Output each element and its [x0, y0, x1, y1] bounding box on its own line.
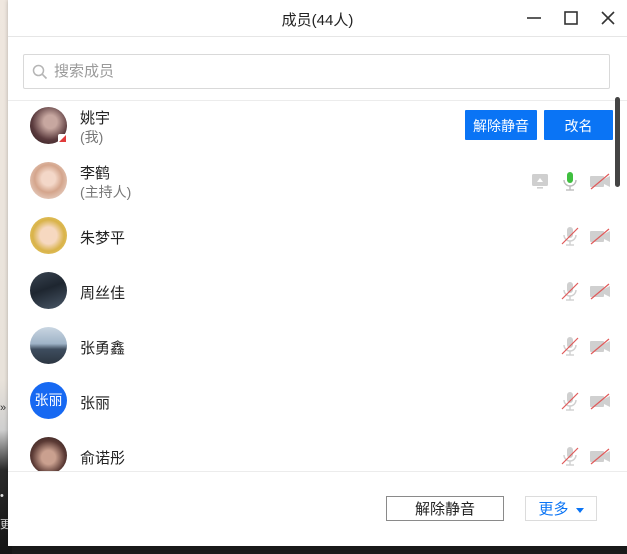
camera-off-icon[interactable] — [588, 169, 612, 193]
maximize-button[interactable] — [559, 6, 583, 30]
member-name: 朱梦平 — [80, 230, 126, 247]
microphone-muted-icon[interactable] — [558, 224, 582, 248]
unmute-all-button[interactable]: 解除静音 — [386, 496, 504, 521]
member-role: (主持人) — [80, 184, 132, 200]
microphone-muted-icon[interactable] — [558, 444, 582, 468]
divider — [8, 471, 627, 472]
member-row[interactable]: 朱梦平 — [8, 210, 613, 265]
camera-off-icon[interactable] — [588, 224, 612, 248]
chevron-down-icon — [575, 507, 584, 513]
microphone-icon[interactable] — [558, 169, 582, 193]
screen-share-icon[interactable] — [528, 169, 552, 193]
member-name: 张勇鑫 — [80, 340, 126, 357]
members-dialog: 成员(44人) 姚宇 (我) 解除静音 改名 李鹤 — [8, 0, 627, 546]
avatar — [30, 327, 67, 364]
camera-off-icon[interactable] — [588, 389, 612, 413]
background-glyph: • — [0, 490, 4, 502]
search-icon — [32, 64, 48, 80]
member-row-self[interactable]: 姚宇 (我) 解除静音 改名 — [8, 100, 613, 155]
member-role: (我) — [80, 129, 104, 145]
avatar — [30, 437, 67, 471]
minimize-button[interactable] — [522, 6, 546, 30]
member-list: 姚宇 (我) 解除静音 改名 李鹤 (主持人) 朱梦平 周丝佳 张勇鑫 张丽 张… — [8, 100, 627, 471]
camera-off-icon[interactable] — [588, 279, 612, 303]
member-name: 张丽 — [80, 395, 111, 412]
unmute-all-label: 解除静音 — [414, 501, 475, 518]
member-name: 姚宇 — [80, 110, 111, 127]
microphone-muted-icon[interactable] — [558, 389, 582, 413]
member-name: 周丝佳 — [80, 285, 126, 302]
member-row[interactable]: 俞诺彤 — [8, 430, 613, 471]
member-row[interactable]: 张勇鑫 — [8, 320, 613, 375]
background-glyph: » — [0, 402, 7, 414]
avatar — [30, 162, 67, 199]
member-name: 李鹤 — [80, 165, 111, 182]
title-bar: 成员(44人) — [8, 0, 627, 37]
search-box[interactable] — [23, 54, 610, 89]
avatar — [30, 272, 67, 309]
camera-off-icon[interactable] — [588, 334, 612, 358]
member-row[interactable]: 周丝佳 — [8, 265, 613, 320]
close-button[interactable] — [596, 6, 620, 30]
microphone-muted-icon[interactable] — [558, 279, 582, 303]
microphone-muted-icon[interactable] — [558, 334, 582, 358]
unmute-button[interactable]: 解除静音 — [465, 110, 537, 140]
scrollbar-thumb[interactable] — [615, 97, 620, 187]
more-button[interactable]: 更多 — [525, 496, 597, 521]
camera-off-icon[interactable] — [588, 444, 612, 468]
close-icon — [601, 11, 615, 25]
more-label: 更多 — [538, 501, 569, 518]
member-row-host[interactable]: 李鹤 (主持人) — [8, 155, 613, 210]
avatar: 张丽 — [30, 382, 67, 419]
rename-button[interactable]: 改名 — [544, 110, 613, 140]
maximize-icon — [564, 11, 578, 25]
minimize-icon — [527, 17, 541, 19]
member-name: 俞诺彤 — [80, 450, 126, 467]
device-badge-icon — [58, 134, 67, 143]
member-row[interactable]: 张丽 张丽 — [8, 375, 613, 430]
avatar — [30, 217, 67, 254]
search-input[interactable] — [54, 55, 594, 88]
